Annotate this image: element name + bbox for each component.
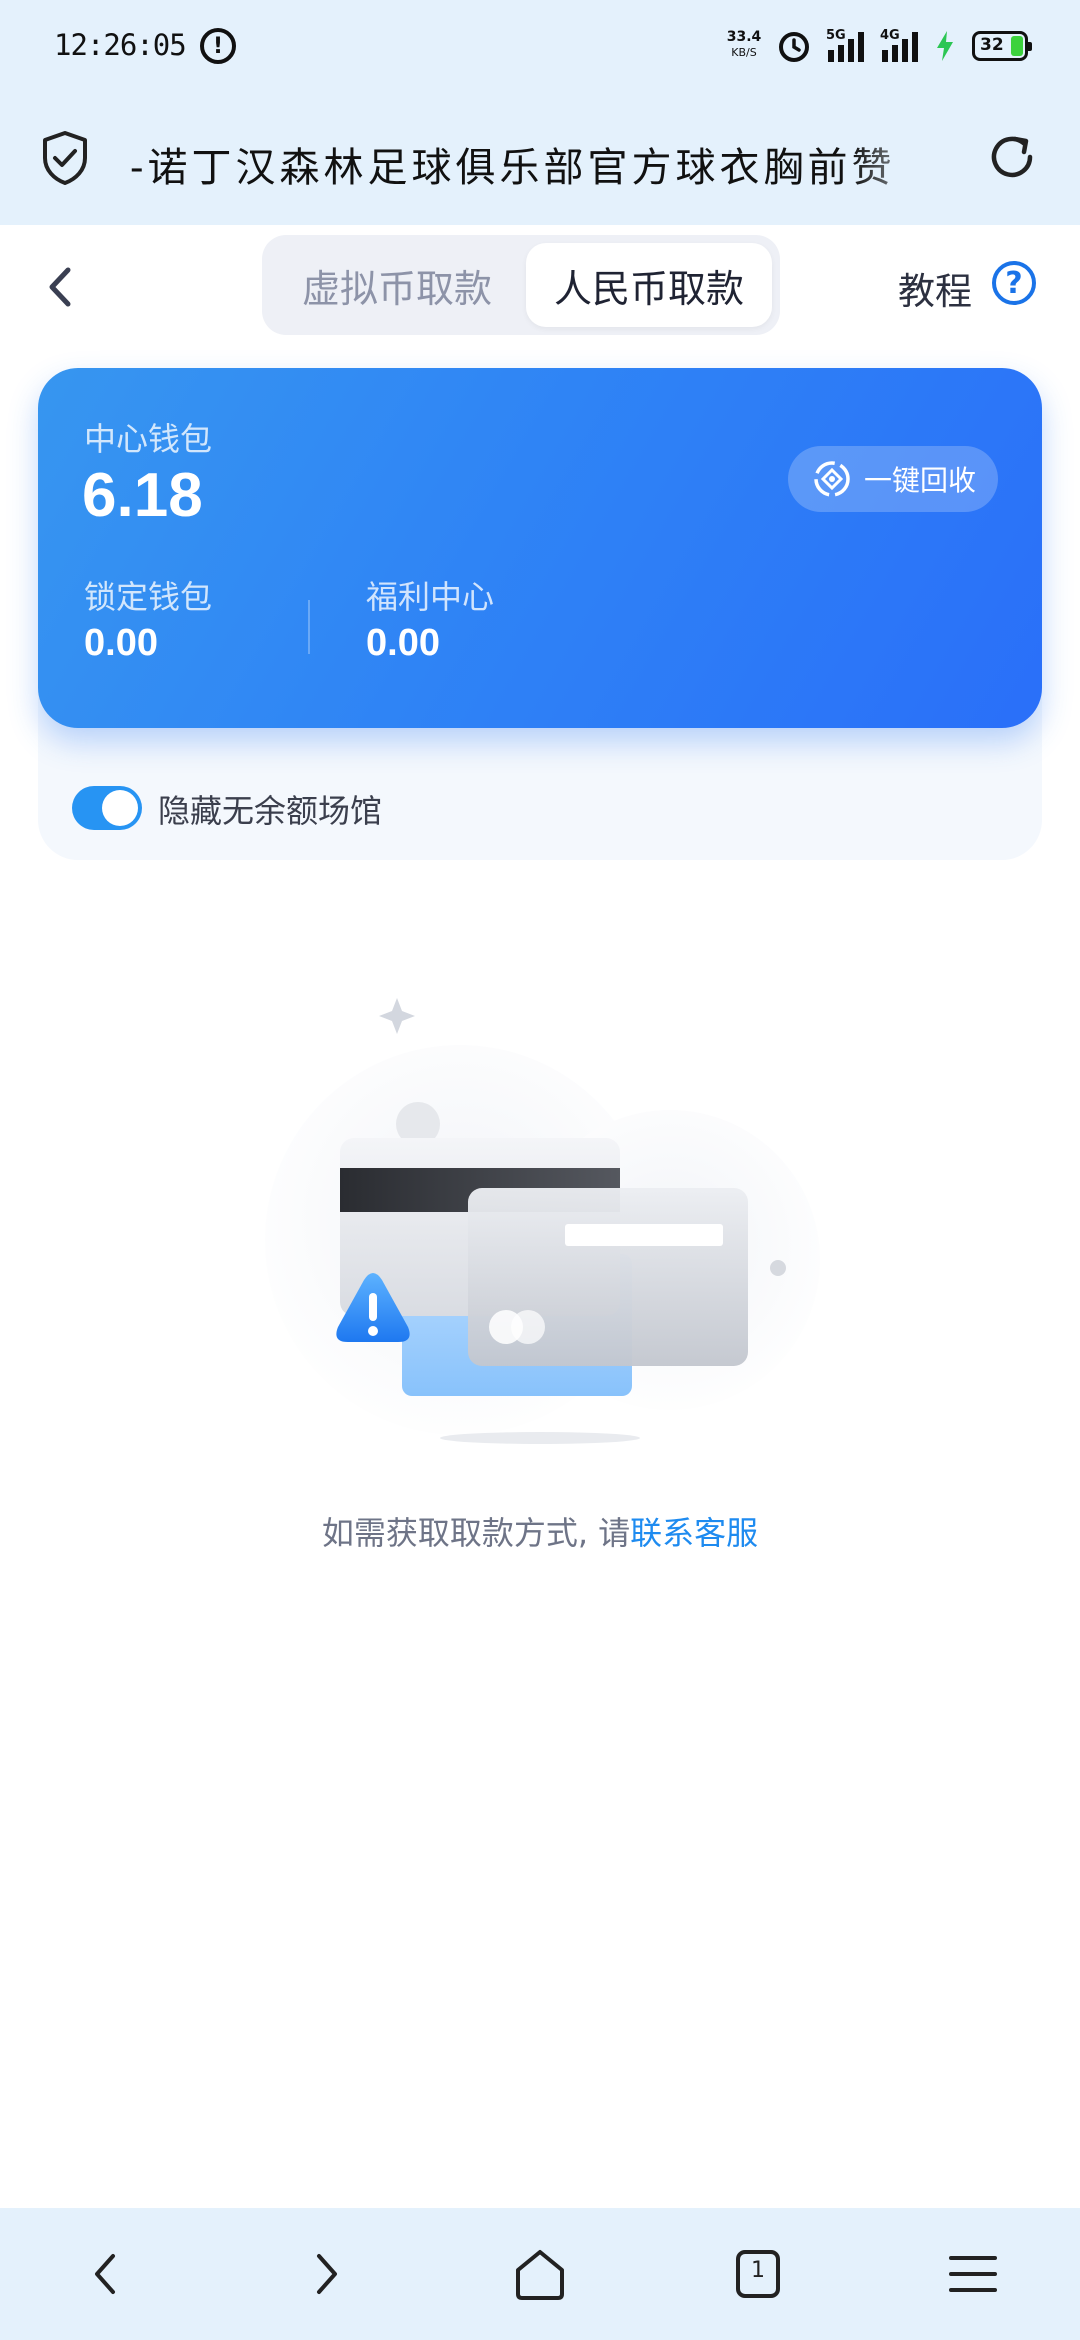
divider — [308, 600, 310, 654]
withdraw-tabs: 虚拟币取款 人民币取款 — [262, 235, 780, 335]
welfare-center-label: 福利中心 — [366, 578, 495, 616]
browser-bottom-nav: 1 — [0, 2208, 1080, 2340]
back-arrow-icon[interactable] — [77, 2244, 137, 2304]
page-header: 虚拟币取款 人民币取款 教程 ? — [0, 225, 1080, 355]
center-wallet-label: 中心钱包 — [84, 420, 213, 458]
locked-wallet-value: 0.00 — [84, 622, 158, 664]
reload-icon[interactable] — [985, 130, 1039, 184]
signal-5g-icon: 5G — [826, 28, 870, 64]
page-title[interactable]: -诺丁汉森林足球俱乐部官方球衣胸前赞 — [130, 135, 950, 185]
empty-card-illustration — [265, 998, 820, 1444]
hide-empty-toggle[interactable] — [72, 786, 142, 830]
browser-address-bar: -诺丁汉森林足球俱乐部官方球衣胸前赞 — [0, 95, 1080, 225]
forward-arrow-icon[interactable] — [295, 2244, 355, 2304]
tabs-count: 1 — [751, 2258, 765, 2283]
alert-icon: ! — [200, 28, 236, 64]
network-speed-value: 33.4 — [726, 29, 762, 45]
hide-empty-label: 隐藏无余额场馆 — [158, 792, 383, 830]
home-icon[interactable] — [510, 2244, 570, 2304]
tab-rmb[interactable]: 人民币取款 — [526, 243, 772, 327]
menu-icon[interactable] — [943, 2244, 1003, 2304]
tab-virtual-currency[interactable]: 虚拟币取款 — [272, 243, 522, 327]
welfare-center-value: 0.00 — [366, 622, 440, 664]
tabs-icon[interactable]: 1 — [728, 2244, 788, 2304]
contact-service-link[interactable]: 联系客服 — [630, 1514, 758, 1552]
wallet-card: 中心钱包 6.18 一键回收 锁定钱包 0.00 福利中心 0.00 — [38, 368, 1042, 728]
chevron-left-icon[interactable] — [40, 262, 80, 312]
contact-service-hint: 如需获取取款方式, 请联系客服 — [0, 1508, 1080, 1554]
status-bar: 12:26:05 ! 33.4 KB/S 5G 4G 32 — [0, 0, 1080, 95]
battery-percent: 32 — [980, 35, 1004, 55]
toggle-knob — [102, 790, 138, 826]
shield-check-icon[interactable] — [40, 130, 90, 186]
signal-4g-icon: 4G — [880, 28, 924, 64]
battery-icon: 32 — [972, 31, 1032, 61]
question-circle-icon[interactable]: ? — [992, 261, 1036, 305]
center-wallet-value: 6.18 — [82, 461, 203, 530]
network-speed: 33.4 KB/S — [724, 30, 764, 60]
wallet-section: 中心钱包 6.18 一键回收 锁定钱包 0.00 福利中心 0.00 隐藏无余额… — [38, 368, 1042, 860]
network-speed-unit: KB/S — [731, 46, 757, 59]
alarm-icon — [779, 32, 809, 62]
locked-wallet-label: 锁定钱包 — [84, 578, 213, 616]
status-time: 12:26:05 — [54, 28, 187, 62]
recycle-icon — [814, 461, 850, 497]
tutorial-link[interactable]: 教程 — [898, 261, 972, 315]
recycle-label: 一键回收 — [864, 464, 977, 497]
one-click-recycle-button[interactable]: 一键回收 — [788, 446, 998, 512]
charging-icon — [937, 31, 953, 61]
hint-text: 如需获取取款方式, 请 — [321, 1514, 631, 1552]
battery-level — [1011, 36, 1023, 56]
